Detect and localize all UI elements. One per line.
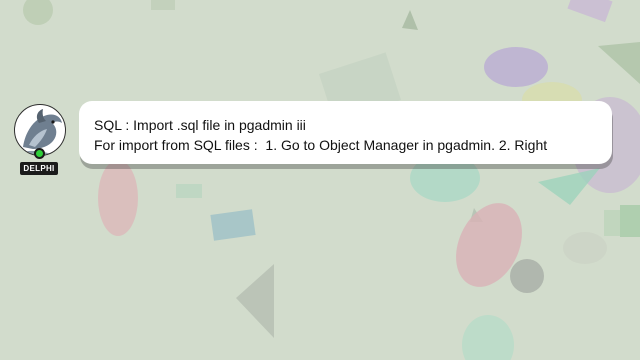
bg-rect bbox=[210, 209, 256, 241]
bg-square bbox=[151, 0, 175, 10]
bg-triangle bbox=[402, 10, 418, 30]
message-bubble: SQL : Import .sql file in pgadmin iii Fo… bbox=[79, 101, 612, 164]
bg-rect bbox=[176, 184, 202, 198]
bg-ellipse bbox=[462, 315, 514, 360]
bg-circle bbox=[510, 259, 544, 293]
message-line-1: SQL : Import .sql file in pgadmin iii bbox=[94, 117, 306, 133]
bg-rect bbox=[567, 0, 613, 23]
bg-triangle bbox=[538, 168, 600, 205]
bg-triangle bbox=[598, 42, 640, 84]
bg-triangle bbox=[236, 264, 274, 338]
bg-circle bbox=[23, 0, 53, 25]
avatar-name-tag: DELPHI bbox=[20, 162, 58, 175]
online-status-dot bbox=[34, 148, 45, 159]
bg-ellipse bbox=[98, 160, 138, 236]
bg-ellipse bbox=[563, 232, 607, 264]
avatar: DELPHI bbox=[14, 104, 68, 178]
message-line-2: For import from SQL files : 1. Go to Obj… bbox=[94, 137, 548, 153]
bg-rect bbox=[604, 210, 640, 236]
bg-ellipse bbox=[484, 47, 548, 87]
background-decoration bbox=[23, 0, 640, 360]
